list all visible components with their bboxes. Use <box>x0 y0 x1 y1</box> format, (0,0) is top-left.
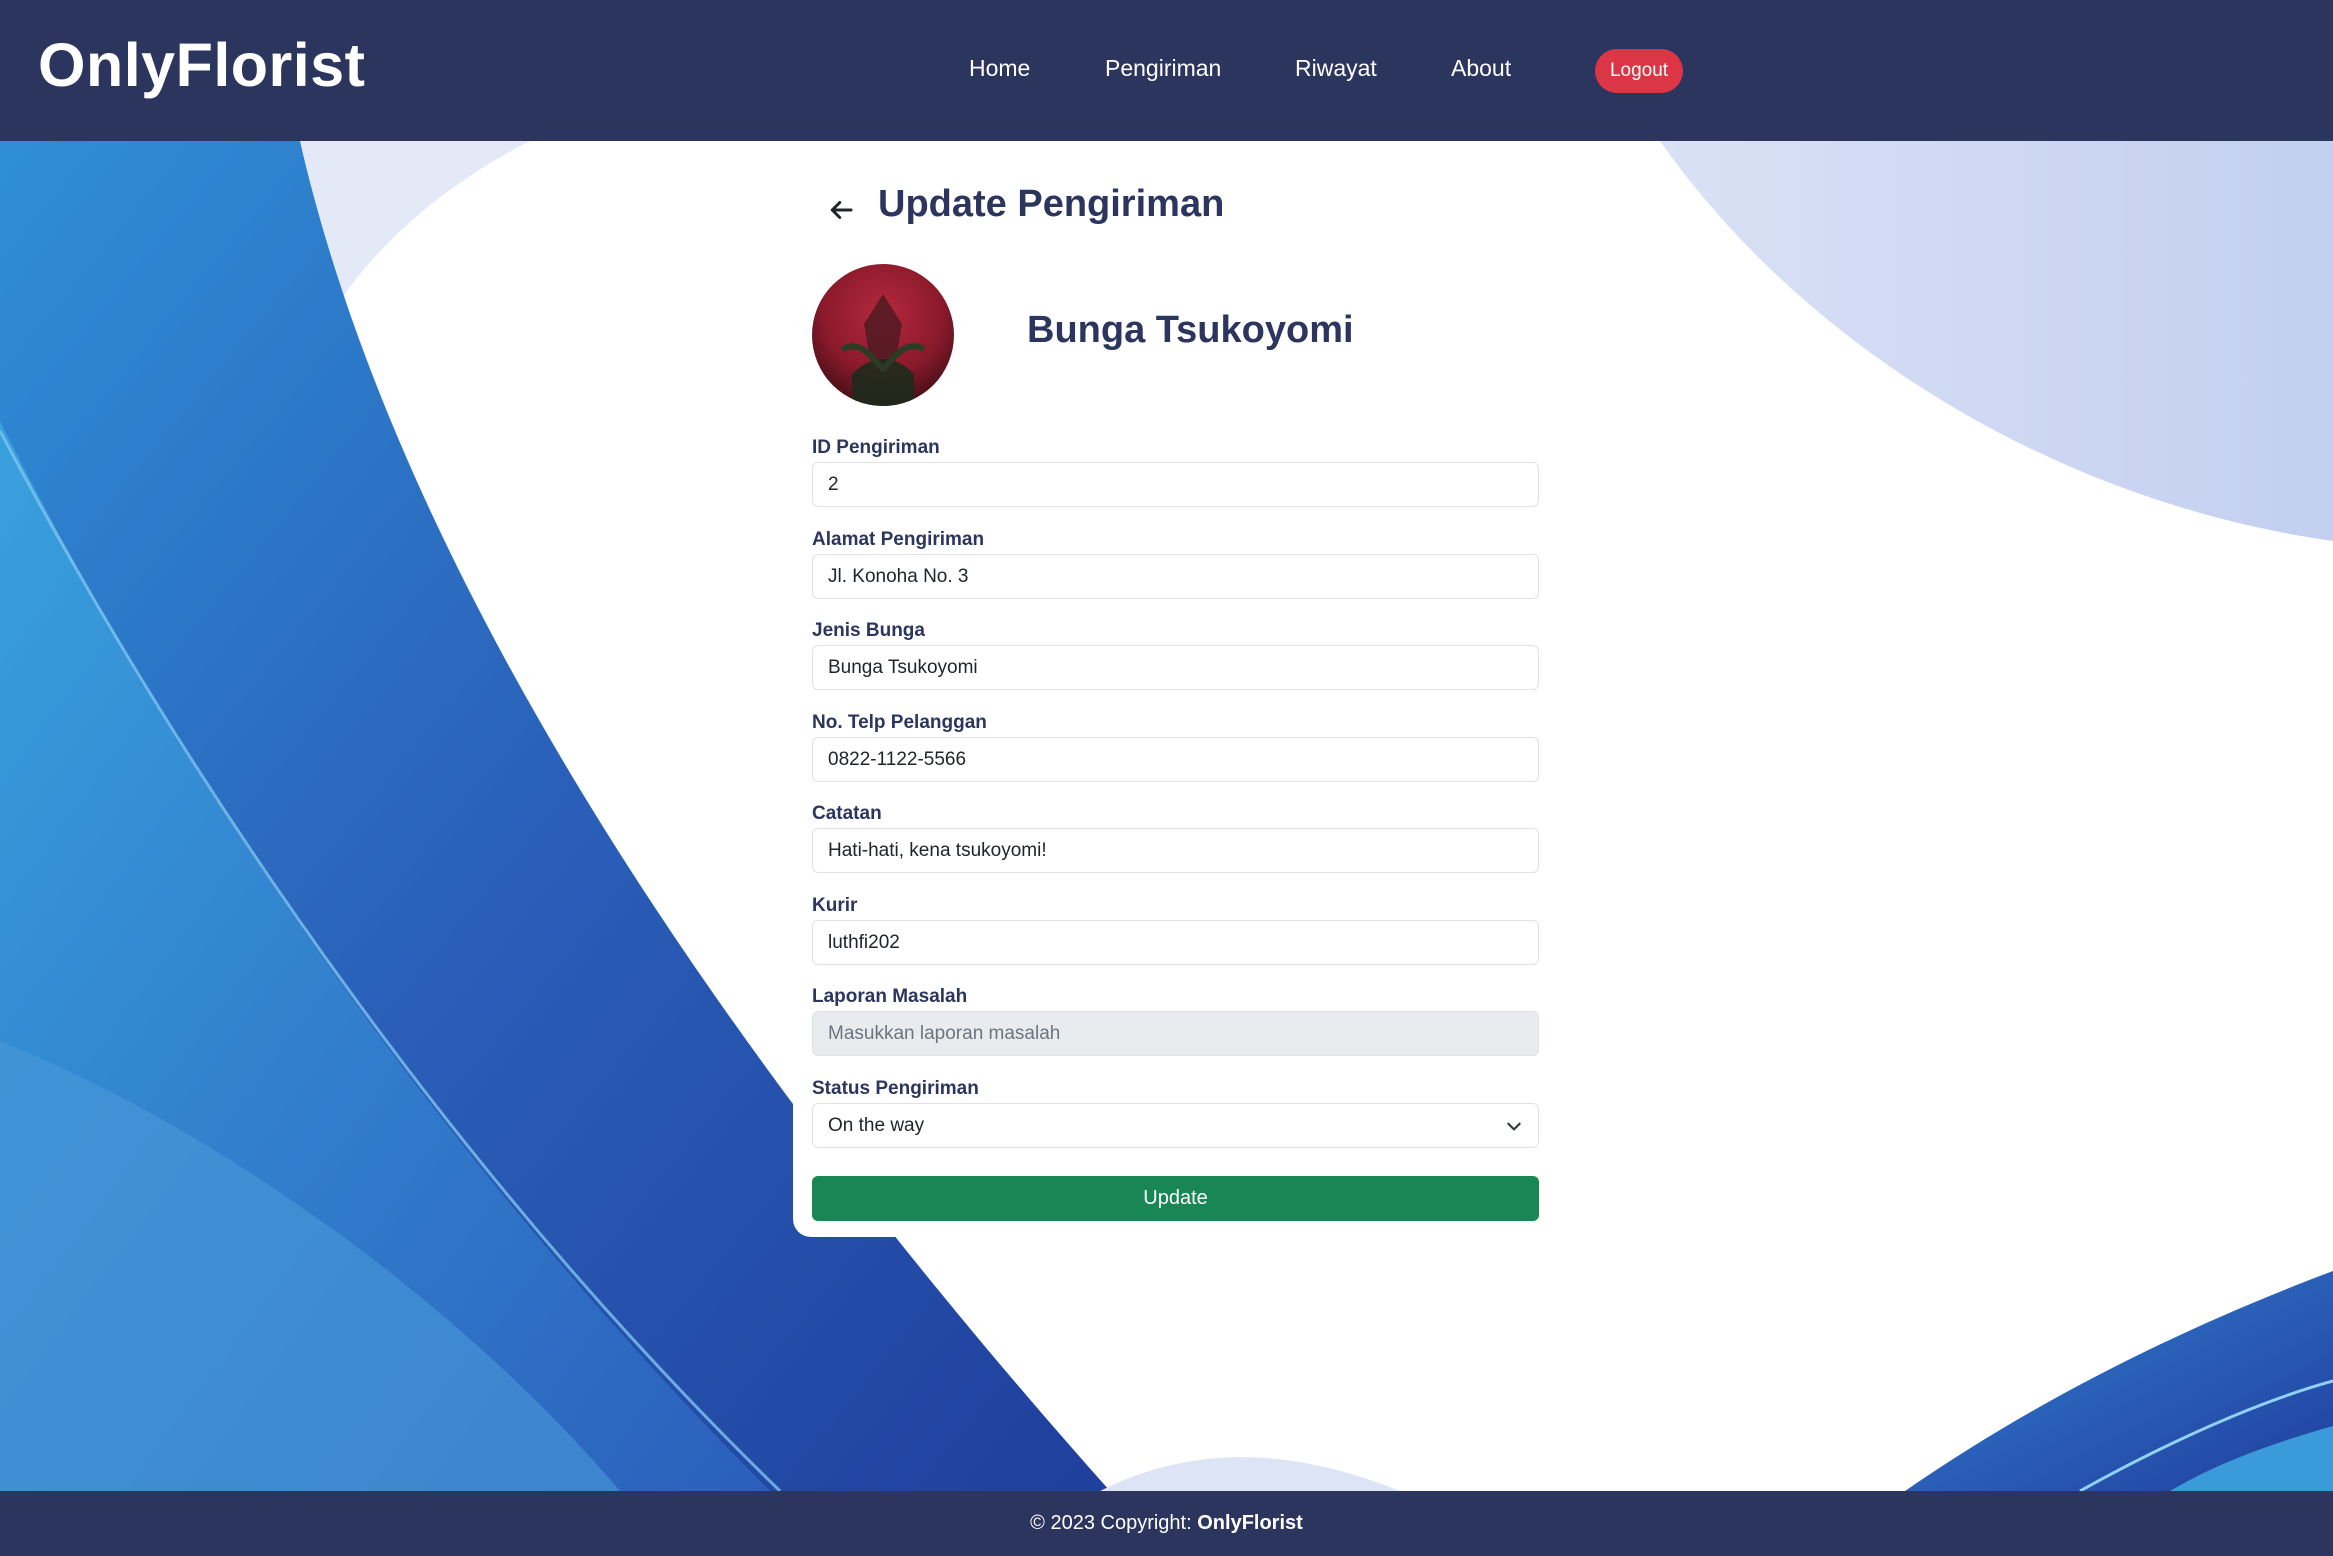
nav-riwayat[interactable]: Riwayat <box>1295 55 1377 82</box>
no-telp-label: No. Telp Pelanggan <box>812 712 987 733</box>
alamat-pengiriman-label: Alamat Pengiriman <box>812 529 985 550</box>
status-selected-value: On the way <box>812 1103 1539 1148</box>
nav-home[interactable]: Home <box>969 55 1030 82</box>
catatan-input[interactable] <box>812 828 1539 873</box>
kurir-label: Kurir <box>812 895 858 916</box>
page-title: Update Pengiriman <box>878 183 1225 225</box>
logout-button[interactable]: Logout <box>1595 49 1683 93</box>
no-telp-input[interactable] <box>812 737 1539 782</box>
id-pengiriman-input[interactable] <box>812 462 1539 507</box>
footer: © 2023 Copyright: OnlyFlorist <box>0 1491 2333 1556</box>
nav-about[interactable]: About <box>1451 55 1511 82</box>
update-button[interactable]: Update <box>812 1176 1539 1221</box>
laporan-masalah-input[interactable] <box>812 1011 1539 1056</box>
alamat-pengiriman-input[interactable] <box>812 554 1539 599</box>
laporan-masalah-label: Laporan Masalah <box>812 986 968 1007</box>
footer-copyright: © 2023 Copyright: <box>1030 1512 1198 1534</box>
status-pengiriman-select[interactable]: On the way <box>812 1103 1539 1148</box>
jenis-bunga-input[interactable] <box>812 645 1539 690</box>
jenis-bunga-label: Jenis Bunga <box>812 620 925 641</box>
kurir-input[interactable] <box>812 920 1539 965</box>
nav-links: Home Pengiriman Riwayat About <box>0 0 2333 141</box>
catatan-label: Catatan <box>812 803 882 824</box>
footer-brand: OnlyFlorist <box>1197 1512 1303 1534</box>
product-image <box>812 264 954 406</box>
nav-pengiriman[interactable]: Pengiriman <box>1105 55 1221 82</box>
arrow-left-icon[interactable] <box>826 195 856 225</box>
status-pengiriman-label: Status Pengiriman <box>812 1078 979 1099</box>
chevron-down-icon <box>1507 1122 1521 1131</box>
id-pengiriman-label: ID Pengiriman <box>812 437 940 458</box>
navbar: OnlyFlorist Home Pengiriman Riwayat Abou… <box>0 0 2333 141</box>
product-name: Bunga Tsukoyomi <box>1027 309 1354 351</box>
